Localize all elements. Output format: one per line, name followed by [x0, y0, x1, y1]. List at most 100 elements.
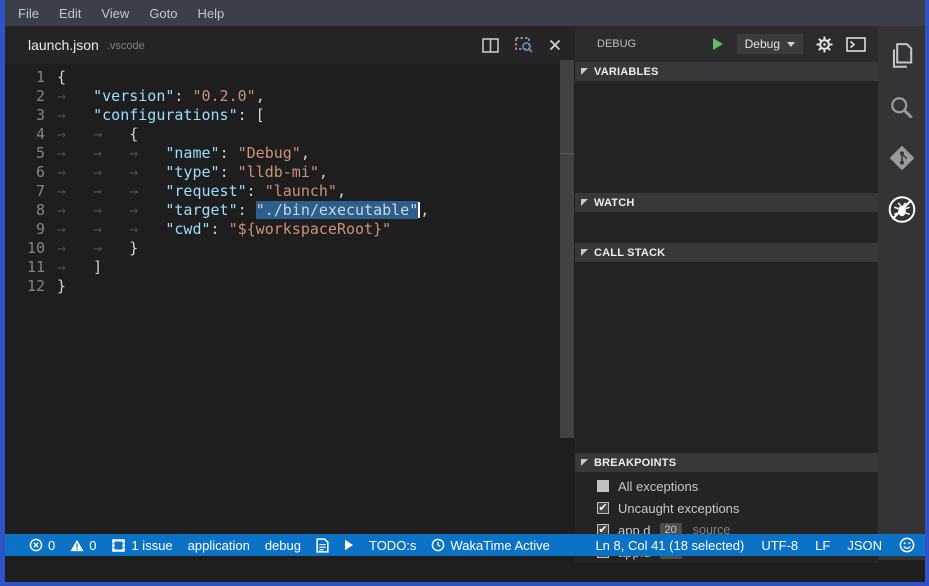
breakpoint-row[interactable]: All exceptions [575, 475, 878, 497]
status-language-mode[interactable]: JSON [847, 538, 882, 553]
code-line[interactable]: 10→ → } [5, 239, 575, 258]
checkbox-unchecked[interactable] [597, 480, 609, 492]
code-token: "${workspaceRoot}" [229, 220, 392, 238]
menu-item-edit[interactable]: Edit [49, 6, 91, 21]
debug-sidebar: DEBUG Debug [575, 26, 878, 560]
open-file-title[interactable]: launch.json [28, 37, 99, 53]
line-number: 1 [5, 68, 45, 87]
code-line[interactable]: 9→ → → "cwd": "${workspaceRoot}" [5, 220, 575, 239]
status-task-application[interactable]: application [188, 538, 250, 553]
source-control-icon[interactable] [887, 143, 917, 173]
line-number: 7 [5, 182, 45, 201]
code-line[interactable]: 5→ → → "name": "Debug", [5, 144, 575, 163]
status-todos[interactable]: TODO:s [369, 538, 416, 553]
configure-gear-icon[interactable] [816, 36, 833, 53]
collapse-triangle-icon [581, 249, 588, 256]
selected-text: "./bin/executable" [256, 201, 419, 219]
code-line[interactable]: 2→ "version": "0.2.0", [5, 87, 575, 106]
window-content: FileEditViewGotoHelp launch.json .vscode [5, 0, 925, 582]
code-token: : [220, 163, 238, 181]
debug-configuration-value: Debug [745, 37, 780, 51]
code-token: "0.2.0" [192, 87, 255, 105]
status-task-debug[interactable]: debug [265, 538, 301, 553]
code-token: "type" [165, 163, 219, 181]
collapse-triangle-icon [581, 199, 588, 206]
code-token: { [57, 68, 66, 86]
status-feedback[interactable] [899, 537, 915, 553]
section-label: CALL STACK [594, 247, 665, 259]
editor-title-bar: launch.json .vscode [5, 26, 575, 64]
clock-icon [431, 538, 445, 552]
breakpoint-label: Uncaught exceptions [618, 501, 739, 516]
code-token: "target" [165, 201, 237, 219]
tab-whitespace-arrows: → → → [57, 144, 165, 162]
open-preview-icon[interactable] [515, 37, 533, 53]
code-token: , [256, 87, 265, 105]
search-icon[interactable] [887, 92, 917, 122]
issues-icon [111, 538, 126, 553]
code-token: "lldb-mi" [238, 163, 319, 181]
section-header-breakpoints[interactable]: BREAKPOINTS [575, 453, 878, 472]
code-token: "name" [165, 144, 219, 162]
callstack-body[interactable] [575, 262, 878, 453]
code-line[interactable]: 12} [5, 277, 575, 296]
menu-item-view[interactable]: View [91, 6, 139, 21]
play-icon [344, 539, 354, 551]
section-header-watch[interactable]: WATCH [575, 193, 878, 212]
breakpoint-row[interactable]: ✔ Uncaught exceptions [575, 497, 878, 519]
warning-icon [70, 539, 84, 552]
code-line[interactable]: 3→ "configurations": [ [5, 106, 575, 125]
checkbox-checked[interactable]: ✔ [597, 502, 609, 514]
variables-body[interactable] [575, 81, 878, 193]
menu-bar: FileEditViewGotoHelp [5, 0, 925, 26]
code-token: : [238, 201, 256, 219]
status-wakatime[interactable]: WakaTime Active [431, 538, 549, 553]
code-line[interactable]: 7→ → → "request": "launch", [5, 182, 575, 201]
status-label: LF [815, 538, 830, 553]
status-label: Ln 8, Col 41 (18 selected) [595, 538, 744, 553]
status-cursor-position[interactable]: Ln 8, Col 41 (18 selected) [595, 538, 744, 553]
menu-item-help[interactable]: Help [188, 6, 235, 21]
section-label: VARIABLES [594, 66, 659, 78]
status-encoding[interactable]: UTF-8 [761, 538, 798, 553]
code-editor[interactable]: 1{2→ "version": "0.2.0",3→ "configuratio… [5, 64, 575, 296]
status-issues[interactable]: 1 issue [111, 538, 172, 553]
tab-whitespace-arrows: → → → [57, 182, 165, 200]
explorer-icon[interactable] [887, 41, 917, 71]
close-editor-icon[interactable] [549, 39, 561, 51]
split-editor-icon[interactable] [482, 38, 499, 53]
status-label: 1 issue [131, 538, 172, 553]
error-icon [29, 538, 43, 552]
code-token: "Debug" [238, 144, 301, 162]
menu-item-file[interactable]: File [8, 6, 49, 21]
debug-configuration-select[interactable]: Debug [737, 34, 803, 54]
breakpoint-label: All exceptions [618, 479, 698, 494]
status-warnings[interactable]: 0 [70, 538, 96, 553]
status-run-task[interactable] [344, 539, 354, 551]
section-label: BREAKPOINTS [594, 457, 676, 469]
code-line[interactable]: 4→ → { [5, 125, 575, 144]
activity-bar [878, 26, 925, 560]
code-line[interactable]: 1{ [5, 68, 575, 87]
code-token: : [247, 182, 265, 200]
menu-item-goto[interactable]: Goto [139, 6, 187, 21]
section-header-callstack[interactable]: CALL STACK [575, 243, 878, 262]
code-line[interactable]: 6→ → → "type": "lldb-mi", [5, 163, 575, 182]
tab-whitespace-arrows: → → → [57, 163, 165, 181]
code-token: ] [93, 258, 102, 276]
code-token: "cwd" [165, 220, 210, 238]
section-header-variables[interactable]: VARIABLES [575, 62, 878, 81]
editor-scrollbar[interactable] [560, 60, 574, 438]
debug-console-icon[interactable] [846, 37, 866, 52]
debug-icon[interactable] [887, 194, 917, 224]
line-number: 11 [5, 258, 45, 277]
line-number: 8 [5, 201, 45, 220]
code-line[interactable]: 11→ ] [5, 258, 575, 277]
status-errors[interactable]: 0 [29, 538, 55, 553]
status-eol[interactable]: LF [815, 538, 830, 553]
code-line[interactable]: 8→ → → "target": "./bin/executable", [5, 201, 575, 220]
status-todo-file[interactable] [316, 538, 329, 553]
line-number: 9 [5, 220, 45, 239]
watch-body[interactable] [575, 212, 878, 243]
start-debug-icon[interactable] [712, 37, 724, 51]
